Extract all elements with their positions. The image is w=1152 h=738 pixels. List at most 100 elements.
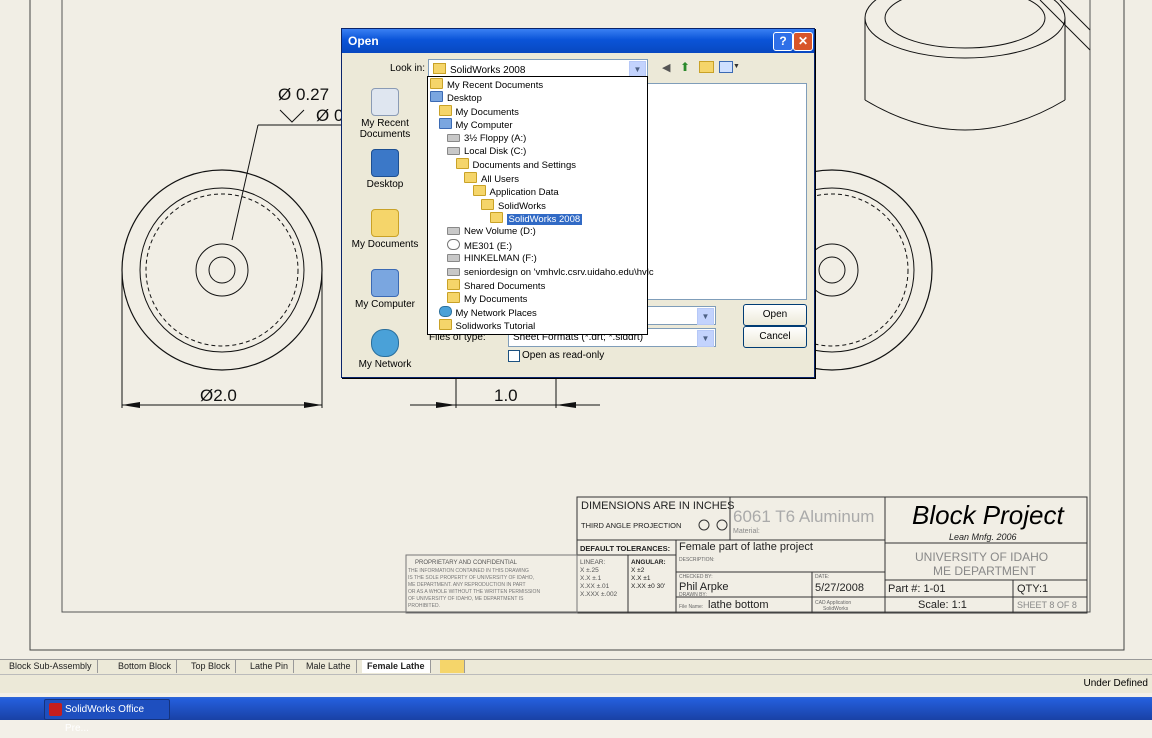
folder-icon: [438, 104, 452, 116]
dropdown-item-label: My Documents: [464, 294, 528, 306]
cancel-button[interactable]: Cancel: [743, 326, 807, 348]
views-chevron-icon[interactable]: ▼: [733, 63, 740, 70]
status-bar: Under Defined: [0, 674, 1152, 693]
sheet-tab[interactable]: Block Sub-Assembly: [4, 660, 98, 673]
computer-icon: [430, 91, 443, 103]
drive-icon: [447, 147, 460, 155]
angular-tol-1: X ±2: [631, 567, 645, 574]
date-label: DATE:: [815, 574, 830, 580]
hole-dimension: Ø 0.27: [278, 85, 330, 104]
place-label: My Documents: [351, 239, 419, 250]
dropdown-item[interactable]: Application Data: [472, 185, 559, 198]
cad-value: SolidWorks: [823, 606, 849, 612]
new-folder-icon[interactable]: [699, 61, 714, 73]
computer-icon: [438, 118, 452, 130]
taskbar: SolidWorks Office Pre...: [0, 697, 1152, 734]
place-desktop[interactable]: Desktop: [348, 149, 422, 190]
dropdown-item-label: SolidWorks 2008: [506, 214, 583, 225]
taskbar-solidworks[interactable]: SolidWorks Office Pre...: [44, 699, 170, 734]
my-computer-icon: [371, 269, 399, 297]
views-icon[interactable]: [719, 61, 733, 73]
dropdown-item[interactable]: Shared Documents: [447, 279, 545, 292]
material-value: 6061 T6 Aluminum: [733, 507, 875, 526]
folder-icon: [489, 212, 503, 223]
description-value: Female part of lathe project: [679, 541, 813, 553]
sheet-tab[interactable]: Lathe Pin: [245, 660, 295, 673]
dropdown-item[interactable]: All Users: [464, 171, 519, 185]
proprietary-line-6: PROHIBITED.: [408, 603, 440, 609]
sheet-tab[interactable]: Female Lathe: [362, 660, 431, 673]
dropdown-item[interactable]: Desktop: [430, 91, 482, 104]
desktop-icon: [371, 149, 399, 177]
chevron-down-icon[interactable]: ▼: [697, 308, 714, 325]
sheet-tabs: Block Sub-Assembly Bottom Block Top Block L…: [0, 659, 1152, 674]
add-sheet-icon[interactable]: [440, 660, 465, 673]
dropdown-item-label: SolidWorks: [498, 200, 546, 212]
dropdown-item-label: Desktop: [447, 93, 482, 105]
close-button[interactable]: ✕: [793, 32, 813, 51]
recent-documents-icon: [371, 88, 399, 116]
folder-icon: [472, 185, 486, 197]
dims-note: DIMENSIONS ARE IN INCHES: [581, 500, 735, 512]
date-value: 5/27/2008: [815, 582, 864, 594]
dropdown-item[interactable]: My Network Places: [438, 305, 537, 319]
quantity: QTY:1: [1017, 583, 1049, 595]
place-my-computer[interactable]: My Computer: [348, 269, 422, 310]
dropdown-item[interactable]: SolidWorks 2008: [489, 212, 583, 225]
dropdown-item[interactable]: seniordesign on 'vmhvlc.csrv.uidaho.edu\…: [447, 266, 654, 279]
place-label: Desktop: [366, 179, 404, 190]
drive-icon: [447, 254, 460, 263]
taskbar-item-label: SolidWorks Office Pre...: [65, 704, 145, 734]
dropdown-item-label: My Network Places: [455, 307, 537, 319]
look-in-value: SolidWorks 2008: [450, 65, 526, 76]
project-subtitle: Lean Mnfg. 2006: [949, 532, 1017, 542]
sheet-tab[interactable]: Male Lathe: [301, 660, 357, 673]
dropdown-item[interactable]: New Volume (D:): [447, 225, 536, 238]
status-text: Under Defined: [1083, 678, 1148, 689]
dropdown-item[interactable]: Documents and Settings: [455, 158, 577, 172]
university-name: UNIVERSITY OF IDAHO: [915, 550, 1049, 564]
folder-icon: [430, 78, 443, 89]
dropdown-item[interactable]: My Documents: [438, 104, 519, 118]
default-tolerances: DEFAULT TOLERANCES:: [580, 544, 671, 553]
read-only-checkbox[interactable]: [508, 350, 520, 362]
dropdown-item[interactable]: My Computer: [438, 118, 513, 132]
description-label: DESCRIPTION:: [679, 557, 715, 563]
dropdown-item[interactable]: Local Disk (C:): [447, 145, 526, 158]
file-list[interactable]: [642, 83, 807, 300]
proprietary-line-5: OF UNIVERSITY OF IDAHO, ME DEPARTMENT IS: [408, 596, 524, 602]
scale: Scale: 1:1: [918, 599, 967, 611]
folder-icon: [464, 171, 477, 183]
diameter-dimension: Ø2.0: [200, 386, 237, 405]
dropdown-item[interactable]: HINKELMAN (F:): [447, 252, 537, 265]
dialog-titlebar[interactable]: Open ? ✕: [342, 29, 814, 53]
up-folder-icon[interactable]: ⬆: [680, 60, 690, 74]
dropdown-item[interactable]: My Documents: [447, 292, 527, 305]
place-my-recent-documents[interactable]: My Recent Documents: [348, 88, 422, 140]
dropdown-item-label: My Computer: [455, 120, 513, 132]
place-my-documents[interactable]: My Documents: [348, 209, 422, 250]
sheet-tab[interactable]: Bottom Block: [113, 660, 178, 673]
folder-icon: [481, 198, 494, 210]
dropdown-item[interactable]: ME301 (E:): [447, 238, 512, 252]
proprietary-line-2: IS THE SOLE PROPERTY OF UNIVERSITY OF ID…: [408, 575, 535, 581]
folder-icon: [438, 319, 452, 331]
open-button[interactable]: Open: [743, 304, 807, 326]
dropdown-item[interactable]: My Recent Documents: [430, 78, 543, 91]
drive-icon: [447, 227, 460, 236]
my-documents-icon: [371, 209, 399, 237]
sheet-tab[interactable]: Top Block: [186, 660, 237, 673]
sheet-number: SHEET 8 OF 8: [1017, 600, 1077, 610]
dropdown-item-label: Documents and Settings: [472, 160, 577, 172]
dropdown-item[interactable]: SolidWorks: [481, 198, 546, 212]
dropdown-item-label: New Volume (D:): [464, 226, 536, 238]
linear-tol-3: X.XX ±.01: [580, 583, 610, 590]
dropdown-item[interactable]: Solidworks Tutorial: [438, 319, 535, 332]
dropdown-item[interactable]: 3½ Floppy (A:): [447, 132, 526, 145]
place-my-network[interactable]: My Network: [348, 329, 422, 370]
look-in-dropdown: My Recent Documents Desktop My Documents My…: [427, 76, 654, 335]
chevron-down-icon[interactable]: ▼: [697, 330, 714, 347]
back-icon[interactable]: ◀: [662, 61, 670, 74]
help-button[interactable]: ?: [773, 32, 793, 51]
material-label: Material:: [733, 528, 760, 535]
